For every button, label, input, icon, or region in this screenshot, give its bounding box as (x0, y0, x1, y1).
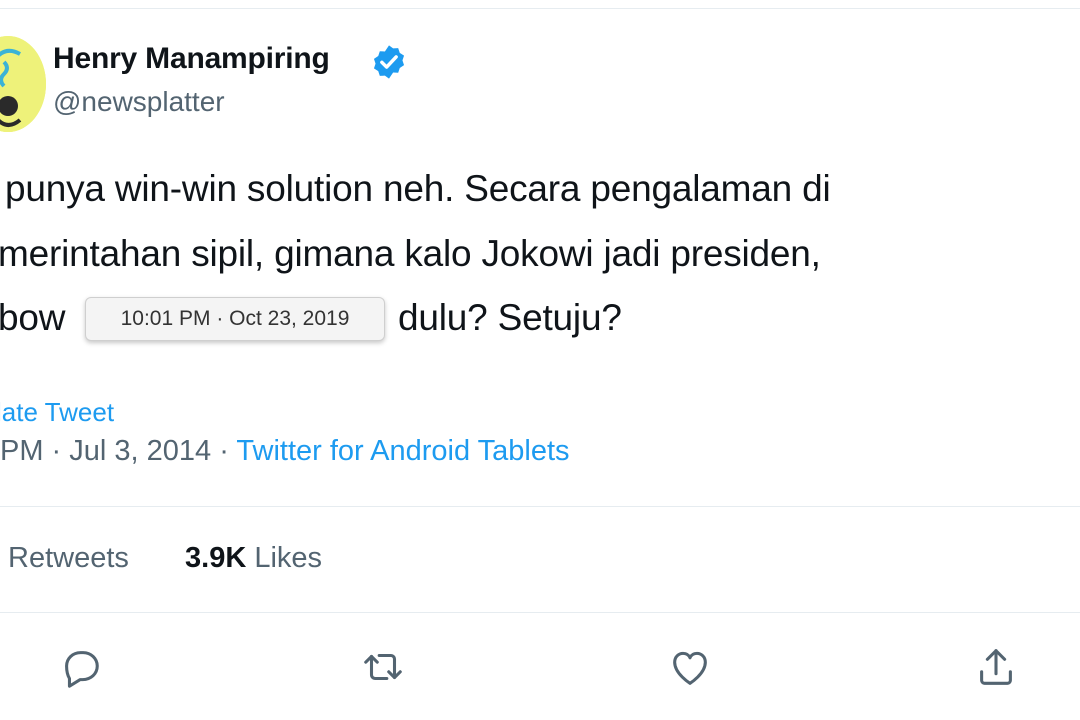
timestamp-tooltip: 10:01 PM · Oct 23, 2019 (85, 297, 385, 341)
verified-badge-icon (373, 45, 405, 79)
retweets-label[interactable]: Retweets (8, 542, 129, 574)
author-name[interactable]: Henry Manampiring (53, 42, 330, 76)
tweet-text-line-3-start: bow (0, 297, 66, 338)
likes-count[interactable]: 3.9K (185, 542, 246, 574)
top-divider (0, 8, 1080, 9)
avatar[interactable] (0, 36, 46, 132)
like-icon[interactable] (667, 644, 713, 690)
tweet-source-link[interactable]: Twitter for Android Tablets (236, 435, 569, 467)
divider (0, 506, 1080, 507)
retweet-icon[interactable] (360, 644, 406, 690)
tweet-text-line-2: merintahan sipil, gimana kalo Jokowi jad… (0, 233, 821, 274)
tweet-metadata: PM · Jul 3, 2014 · Twitter for Android T… (0, 435, 570, 468)
divider (0, 612, 1080, 613)
likes-label[interactable]: Likes (254, 542, 322, 574)
avatar-image (0, 36, 46, 132)
reply-icon[interactable] (57, 644, 103, 690)
tweet-text-line-3-end: dulu? Setuju? (398, 297, 622, 338)
share-icon[interactable] (973, 644, 1019, 690)
tweet-text-line-1: punya win-win solution neh. Secara penga… (5, 168, 831, 209)
tweet-timestamp[interactable]: PM · Jul 3, 2014 · (0, 435, 236, 467)
engagement-stats: Retweets 3.9K Likes (8, 542, 322, 575)
author-handle[interactable]: @newsplatter (53, 86, 225, 118)
translate-tweet-link[interactable]: late Tweet (0, 397, 114, 428)
